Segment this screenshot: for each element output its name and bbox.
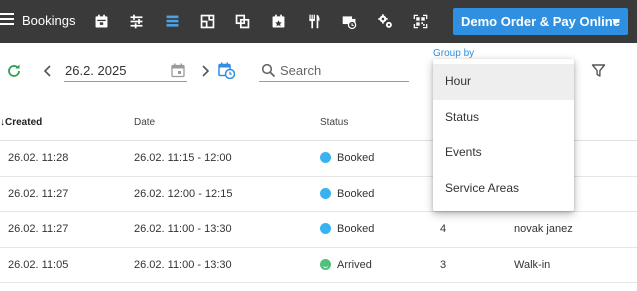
floorplan-icon[interactable] bbox=[197, 11, 217, 31]
guests-cell: 4 bbox=[440, 223, 447, 235]
created-cell: 26.02. 11:27 bbox=[8, 187, 69, 200]
demo-order-pay-button[interactable]: Demo Order & Pay Online bbox=[453, 8, 628, 35]
next-day-icon[interactable] bbox=[199, 64, 211, 78]
calendar-icon[interactable] bbox=[91, 11, 111, 31]
date-field[interactable]: 26.2. 2025 bbox=[64, 60, 187, 82]
search-box bbox=[259, 60, 409, 82]
group-by-option-hour[interactable]: Hour bbox=[433, 64, 574, 100]
search-input[interactable] bbox=[280, 61, 405, 79]
status-cell: Booked bbox=[320, 187, 374, 200]
date-cell: 26.02. 12:00 - 12:15 bbox=[134, 187, 233, 200]
calendar-star-icon[interactable] bbox=[268, 11, 288, 31]
column-header-date[interactable]: Date bbox=[134, 117, 155, 128]
name-cell: novak janez bbox=[514, 223, 573, 235]
created-cell: 26.02. 11:05 bbox=[8, 258, 69, 271]
booked-status-icon bbox=[320, 187, 331, 199]
previous-day-icon[interactable] bbox=[42, 64, 54, 78]
list-icon[interactable] bbox=[162, 11, 182, 31]
truck-clock-icon[interactable] bbox=[339, 11, 359, 31]
status-cell: Arrived bbox=[320, 258, 372, 271]
refresh-icon[interactable] bbox=[6, 63, 22, 79]
booked-status-icon bbox=[320, 223, 331, 234]
name-cell: Walk-in bbox=[514, 258, 551, 271]
booked-status-icon bbox=[320, 152, 331, 163]
group-by-menu: Hour Status Events Service Areas bbox=[433, 59, 574, 211]
table-row[interactable]: 26.02. 11:27 26.02. 11:00 - 13:30 Booked… bbox=[0, 212, 637, 248]
sliders-icon[interactable] bbox=[126, 11, 146, 31]
filter-icon[interactable] bbox=[591, 63, 606, 78]
top-bar: Bookings Demo Order & Pay Online bbox=[0, 0, 637, 43]
status-cell: Booked bbox=[320, 152, 374, 164]
date-value: 26.2. 2025 bbox=[65, 63, 127, 78]
calendar-today-icon[interactable] bbox=[218, 62, 235, 79]
search-icon bbox=[261, 63, 276, 78]
group-by-label: Group by bbox=[433, 48, 475, 59]
gears-icon[interactable] bbox=[375, 11, 395, 31]
qr-code-icon[interactable] bbox=[410, 11, 430, 31]
app-title: Bookings bbox=[22, 13, 76, 28]
date-cell: 26.02. 11:15 - 12:00 bbox=[134, 152, 232, 164]
calendar-picker-icon[interactable] bbox=[171, 63, 185, 78]
hamburger-menu-icon[interactable] bbox=[0, 13, 14, 29]
group-by-option-events[interactable]: Events bbox=[433, 135, 574, 171]
table-row[interactable]: 26.02. 11:05 26.02. 11:00 - 13:30 Arrive… bbox=[0, 248, 637, 283]
copy-icon[interactable] bbox=[232, 11, 252, 31]
group-by-option-status[interactable]: Status bbox=[433, 100, 574, 136]
cutlery-icon[interactable] bbox=[304, 11, 324, 31]
column-header-created[interactable]: ↓Created bbox=[0, 117, 42, 128]
created-cell: 26.02. 11:28 bbox=[8, 152, 69, 164]
caret-down-icon bbox=[612, 19, 620, 24]
group-by-option-service-areas[interactable]: Service Areas bbox=[433, 171, 574, 207]
guests-cell: 3 bbox=[440, 258, 447, 271]
status-cell: Booked bbox=[320, 223, 374, 235]
date-cell: 26.02. 11:00 - 13:30 bbox=[134, 223, 232, 235]
created-cell: 26.02. 11:27 bbox=[8, 223, 69, 235]
demo-order-pay-label: Demo Order & Pay Online bbox=[461, 14, 620, 29]
date-cell: 26.02. 11:00 - 13:30 bbox=[134, 258, 232, 271]
arrived-status-icon bbox=[320, 258, 331, 270]
column-header-status[interactable]: Status bbox=[320, 117, 348, 128]
